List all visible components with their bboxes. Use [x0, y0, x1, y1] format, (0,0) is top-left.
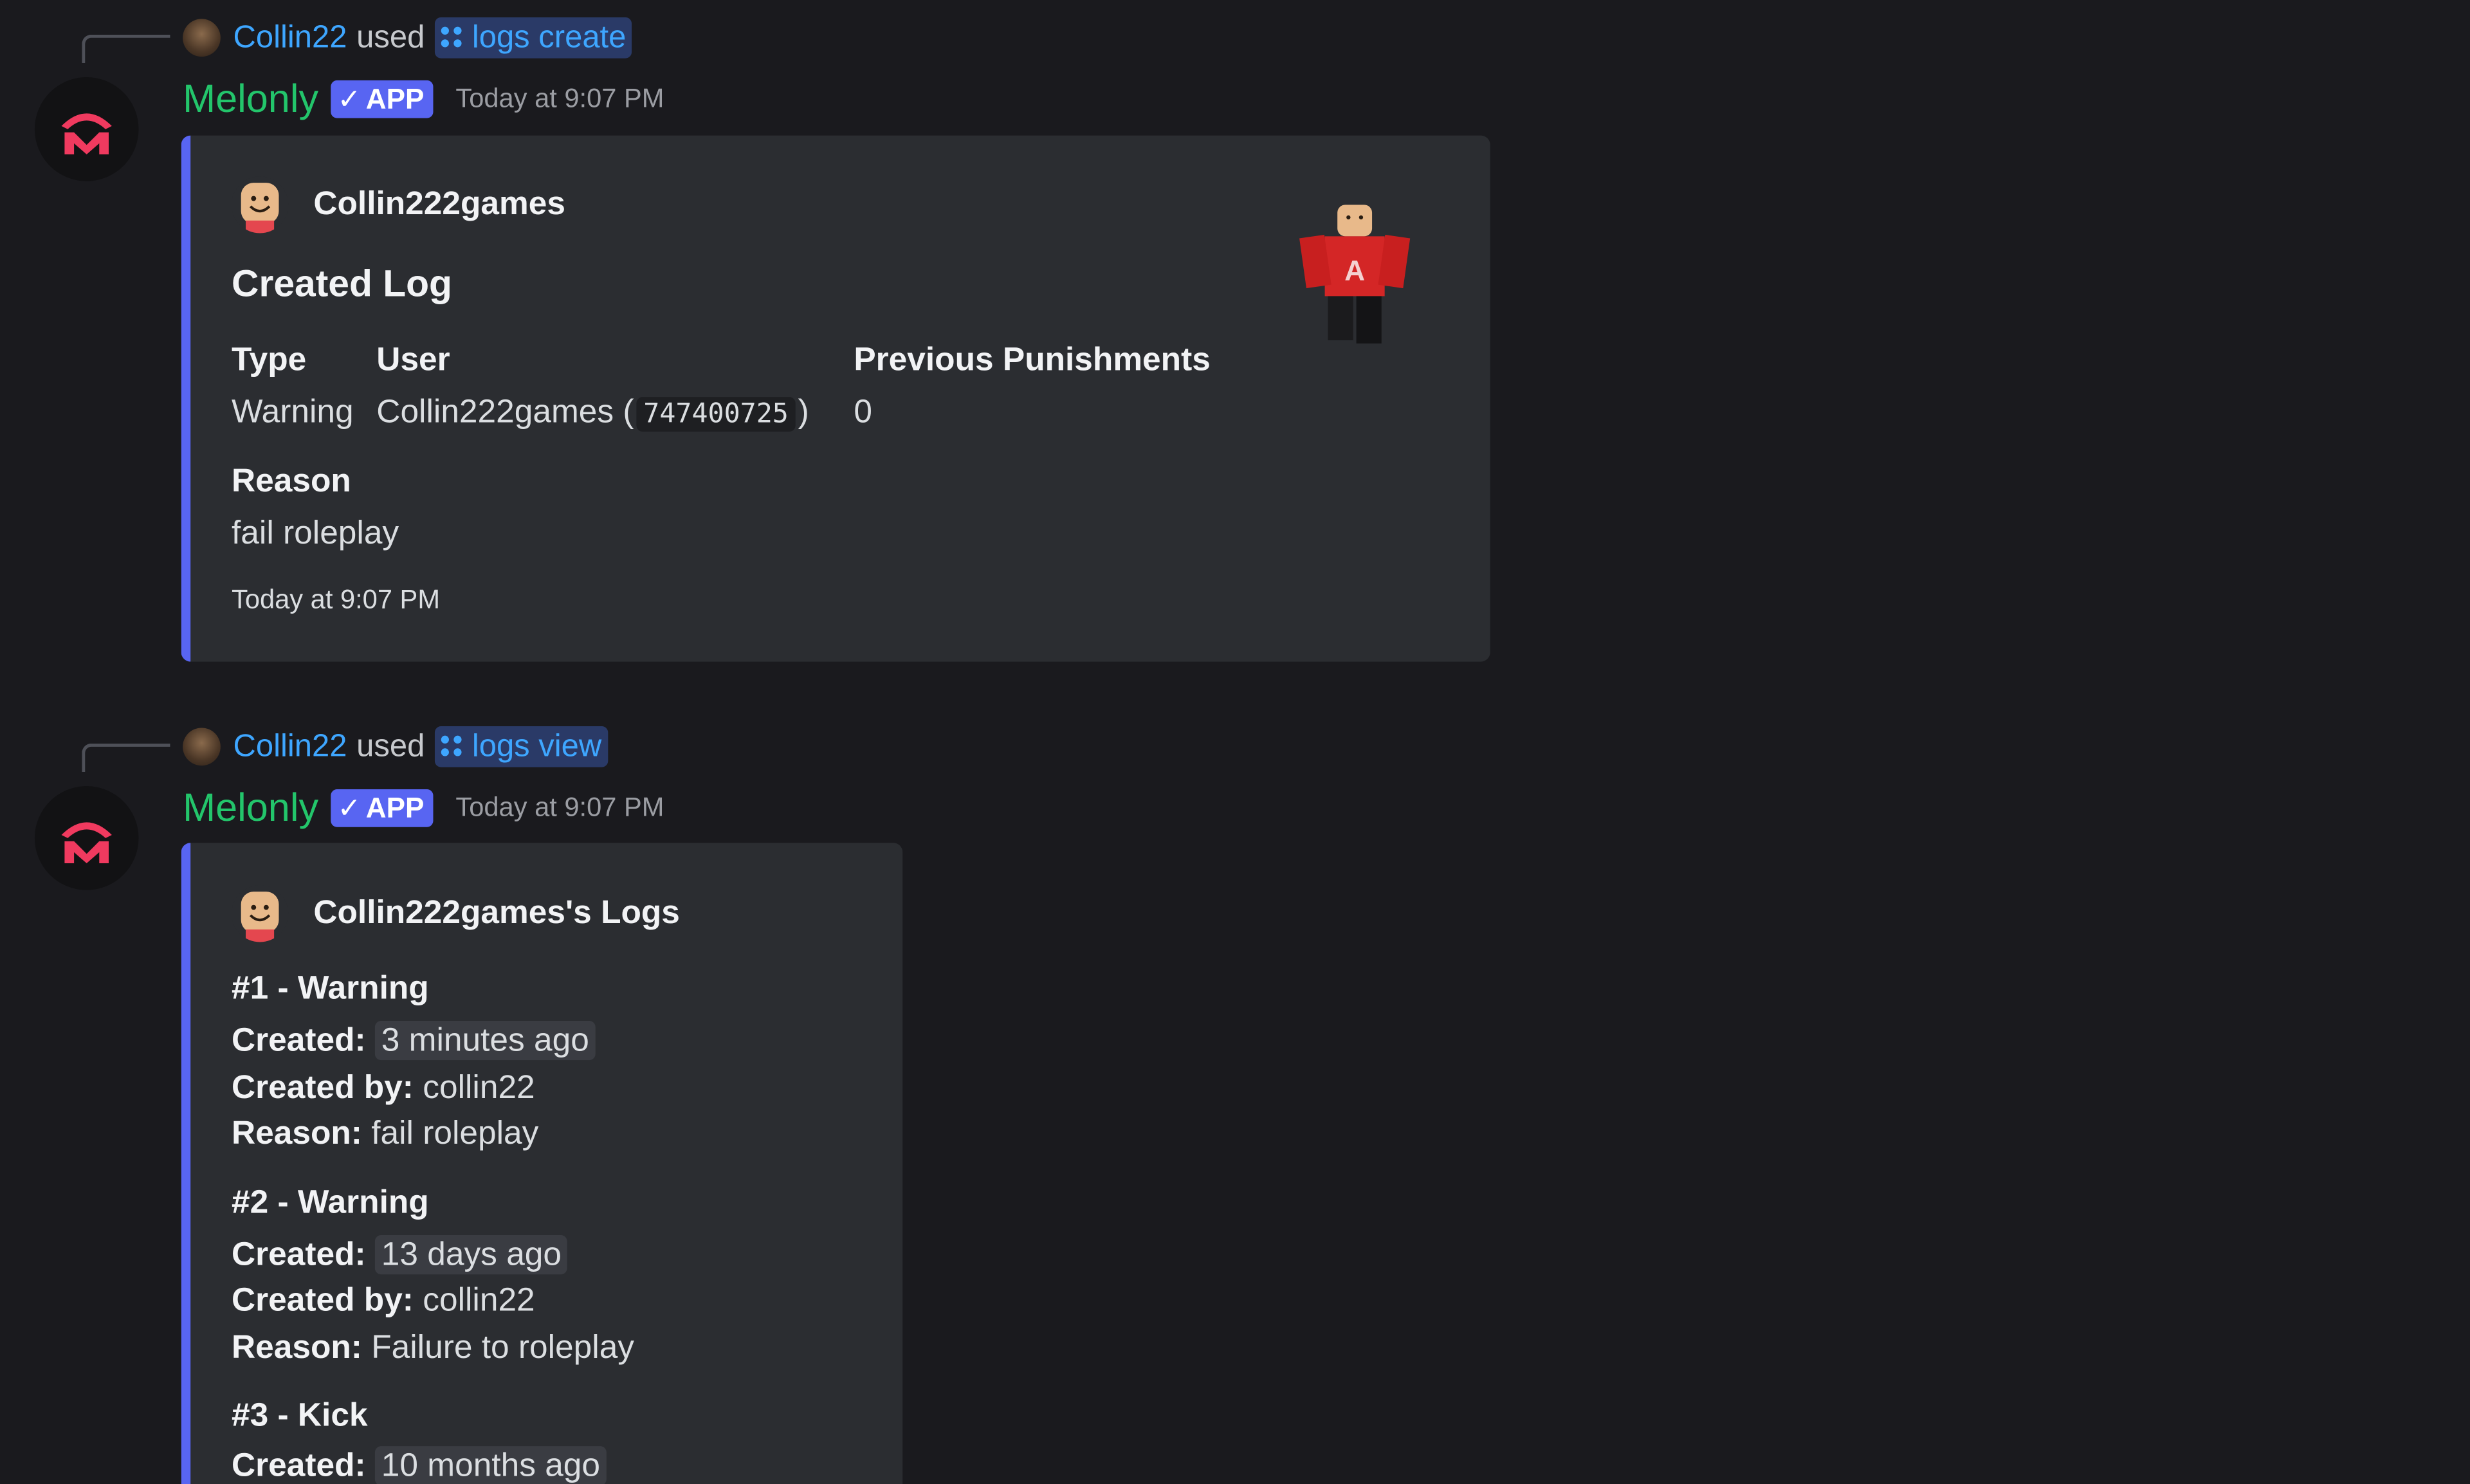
- reason-label: Reason:: [232, 1115, 362, 1152]
- roblox-headshot-icon: [232, 885, 289, 942]
- user-mini-avatar-icon[interactable]: [183, 19, 221, 57]
- embed-author: Collin222games's Logs: [232, 885, 680, 942]
- log-entry-reason: Reason: fail roleplay: [232, 1115, 538, 1153]
- slash-command-icon: [440, 735, 462, 758]
- slash-command-mention[interactable]: logs view: [434, 726, 608, 767]
- field-type-name: Type: [232, 342, 307, 378]
- app-badge-label: APP: [365, 82, 425, 115]
- embed-footer-timestamp: Today at 9:07 PM: [232, 584, 441, 615]
- embed-title: Created Log: [232, 262, 452, 306]
- created-label: Created:: [232, 1236, 366, 1273]
- embed-author-name: Collin222games: [313, 185, 565, 223]
- field-user-value: Collin222games (747400725): [376, 394, 809, 432]
- app-badge: ✓ APP: [331, 789, 434, 827]
- embed-author-name: Collin222games's Logs: [313, 895, 680, 931]
- roblox-avatar-thumbnail[interactable]: A: [1294, 199, 1420, 350]
- field-previous-value: 0: [854, 394, 872, 430]
- field-reason-name: Reason: [232, 463, 351, 500]
- created-by-label: Created by:: [232, 1069, 414, 1106]
- bot-avatar[interactable]: [34, 786, 139, 890]
- melonly-logo-icon: [61, 113, 112, 155]
- log-entry-created: Created: 13 days ago: [232, 1235, 568, 1275]
- reply-connector: [82, 34, 170, 63]
- log-entry-created: Created: 3 minutes ago: [232, 1020, 596, 1061]
- reason-value: Failure to roleplay: [371, 1329, 635, 1366]
- reason-label: Reason:: [232, 1329, 362, 1366]
- app-badge-label: APP: [365, 791, 425, 823]
- reply-username[interactable]: Collin22: [233, 729, 347, 765]
- log-entry-heading: #1 - Warning: [232, 970, 429, 1007]
- message-logs-create: Collin22 used logs create Melonly ✓ APP: [0, 0, 2470, 677]
- created-relative-timestamp[interactable]: 10 months ago: [374, 1446, 607, 1484]
- log-entry-reason: Reason: Failure to roleplay: [232, 1330, 634, 1368]
- created-relative-timestamp[interactable]: 13 days ago: [374, 1235, 568, 1275]
- log-entry-created-by: Created by: collin22: [232, 1070, 535, 1108]
- slash-command-icon: [440, 26, 462, 49]
- user-id-code[interactable]: 747400725: [637, 397, 795, 432]
- created-label: Created:: [232, 1022, 366, 1059]
- checkmark-icon: ✓: [337, 82, 361, 115]
- slash-command-name: logs create: [471, 19, 627, 55]
- field-reason-value: fail roleplay: [232, 515, 399, 552]
- melonly-logo-icon: [61, 822, 112, 864]
- created-by-value: collin22: [423, 1282, 535, 1319]
- slash-command-mention[interactable]: logs create: [434, 17, 633, 59]
- reply-username[interactable]: Collin22: [233, 20, 347, 56]
- created-label: Created:: [232, 1447, 366, 1484]
- message-header: Melonly ✓ APP Today at 9:07 PM: [183, 76, 664, 123]
- bot-name[interactable]: Melonly: [183, 785, 318, 831]
- reply-context[interactable]: Collin22 used logs create: [183, 17, 633, 59]
- reply-used-text: used: [356, 728, 425, 764]
- created-by-value: collin22: [423, 1069, 535, 1106]
- embed-created-log: Collin222games Created Log Type Warning …: [181, 135, 1490, 662]
- reply-context[interactable]: Collin22 used logs view: [183, 726, 608, 767]
- paren-close: ): [798, 394, 809, 430]
- reply-used-text: used: [356, 19, 425, 55]
- user-mini-avatar-icon[interactable]: [183, 728, 221, 766]
- created-relative-timestamp[interactable]: 3 minutes ago: [374, 1020, 596, 1061]
- log-entry-created-by: Created by: collin22: [232, 1282, 535, 1320]
- paren-open: (: [623, 394, 634, 430]
- app-badge: ✓ APP: [331, 80, 434, 118]
- field-user-username: Collin222games: [376, 394, 614, 430]
- roblox-headshot-icon: [232, 176, 289, 234]
- bot-name[interactable]: Melonly: [183, 77, 318, 122]
- field-user-name: User: [376, 342, 450, 378]
- created-by-label: Created by:: [232, 1282, 414, 1319]
- log-entry-created: Created: 10 months ago: [232, 1446, 607, 1484]
- field-previous-name: Previous Punishments: [854, 342, 1211, 378]
- field-type-value: Warning: [232, 394, 354, 430]
- message-timestamp[interactable]: Today at 9:07 PM: [455, 792, 664, 824]
- reason-value: fail roleplay: [371, 1115, 539, 1152]
- svg-text:A: A: [1344, 255, 1365, 287]
- embed-author: Collin222games: [232, 176, 565, 234]
- embed-user-logs: Collin222games's Logs #1 - Warning Creat…: [181, 843, 903, 1484]
- slash-command-name: logs view: [471, 728, 602, 764]
- log-entry-heading: #2 - Warning: [232, 1184, 429, 1221]
- reply-connector: [82, 743, 170, 773]
- message-logs-view: Collin22 used logs view Melonly ✓ APP To…: [0, 709, 2470, 1484]
- message-header: Melonly ✓ APP Today at 9:07 PM: [183, 785, 664, 832]
- bot-avatar[interactable]: [34, 77, 139, 181]
- checkmark-icon: ✓: [337, 791, 361, 823]
- message-timestamp[interactable]: Today at 9:07 PM: [455, 84, 664, 115]
- log-entry-heading: #3 - Kick: [232, 1397, 368, 1434]
